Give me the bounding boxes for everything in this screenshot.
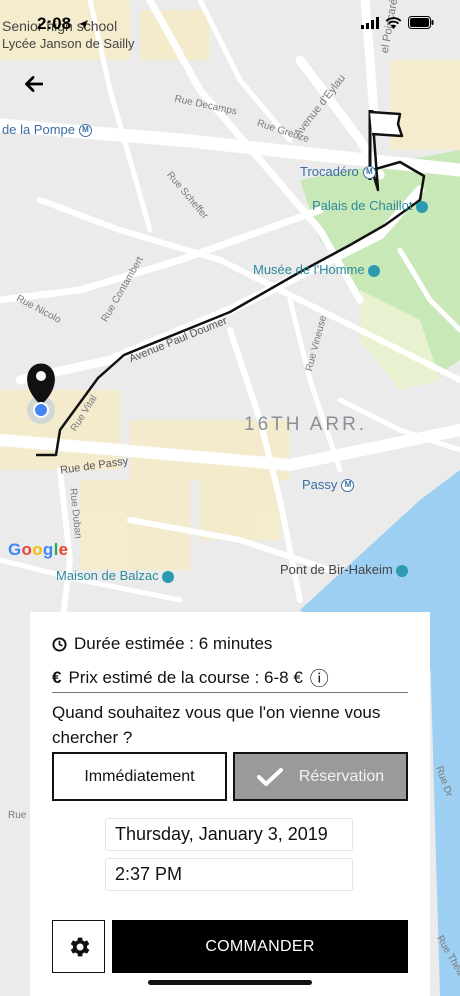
metro-icon: M	[79, 124, 92, 138]
euro-icon: €	[52, 667, 62, 687]
poi-pont-bir-hakeim: Pont de Bir-Hakeim	[280, 562, 409, 577]
duration-row: Durée estimée : 6 minutes	[52, 634, 272, 654]
divider	[52, 692, 408, 693]
pickup-question: Quand souhaitez vous que l'on vienne vou…	[52, 703, 381, 747]
booking-panel: Durée estimée : 6 minutes € Prix estimé …	[30, 612, 430, 996]
poi-palais-chaillot: Palais de Chaillot	[312, 198, 429, 213]
reservation-button[interactable]: Réservation	[233, 752, 408, 801]
museum-icon	[162, 570, 175, 583]
back-button[interactable]	[20, 70, 48, 98]
settings-button[interactable]	[52, 920, 105, 973]
battery-icon	[408, 16, 434, 29]
metro-icon: M	[341, 479, 355, 493]
metro-icon: M	[362, 166, 376, 180]
price-row: € Prix estimé de la course : 6-8 € ⓘ	[52, 664, 329, 691]
poi-trocadero: Trocadéro M	[300, 164, 376, 180]
google-logo: Google	[8, 540, 69, 559]
status-time: 2:08	[37, 14, 89, 34]
poi-passy: Passy M	[302, 477, 355, 493]
poi-musee-homme: Musée de l'Homme	[253, 262, 381, 277]
back-arrow-icon	[25, 76, 43, 92]
street-rue-fragment: Rue	[8, 810, 27, 821]
poi-maison-balzac: Maison de Balzac	[56, 568, 175, 583]
museum-icon	[416, 200, 429, 213]
price-text: Prix estimé de la course : 6-8 €	[68, 667, 303, 687]
clock-icon	[52, 636, 67, 652]
museum-icon	[368, 264, 381, 277]
home-indicator[interactable]	[148, 980, 312, 985]
signal-icon	[361, 16, 379, 29]
status-icons	[361, 16, 434, 29]
gear-icon	[70, 937, 89, 956]
wifi-icon	[385, 16, 402, 29]
time-field[interactable]: 2:37 PM	[105, 858, 353, 891]
poi-de-la-pompe: de la Pompe M	[2, 122, 92, 138]
date-field[interactable]: Thursday, January 3, 2019	[105, 818, 353, 851]
duration-text: Durée estimée : 6 minutes	[74, 634, 273, 653]
checkmark-icon	[256, 767, 283, 786]
location-arrow-icon	[78, 20, 88, 29]
district-label: 16TH ARR.	[244, 414, 368, 435]
reservation-label: Réservation	[298, 767, 385, 785]
order-button[interactable]: COMMANDER	[112, 920, 408, 973]
info-icon[interactable]: ⓘ	[310, 664, 329, 691]
immediate-button[interactable]: Immédiatement	[52, 752, 227, 801]
status-bar: 2:08	[0, 0, 460, 46]
landmark-icon	[396, 564, 409, 577]
